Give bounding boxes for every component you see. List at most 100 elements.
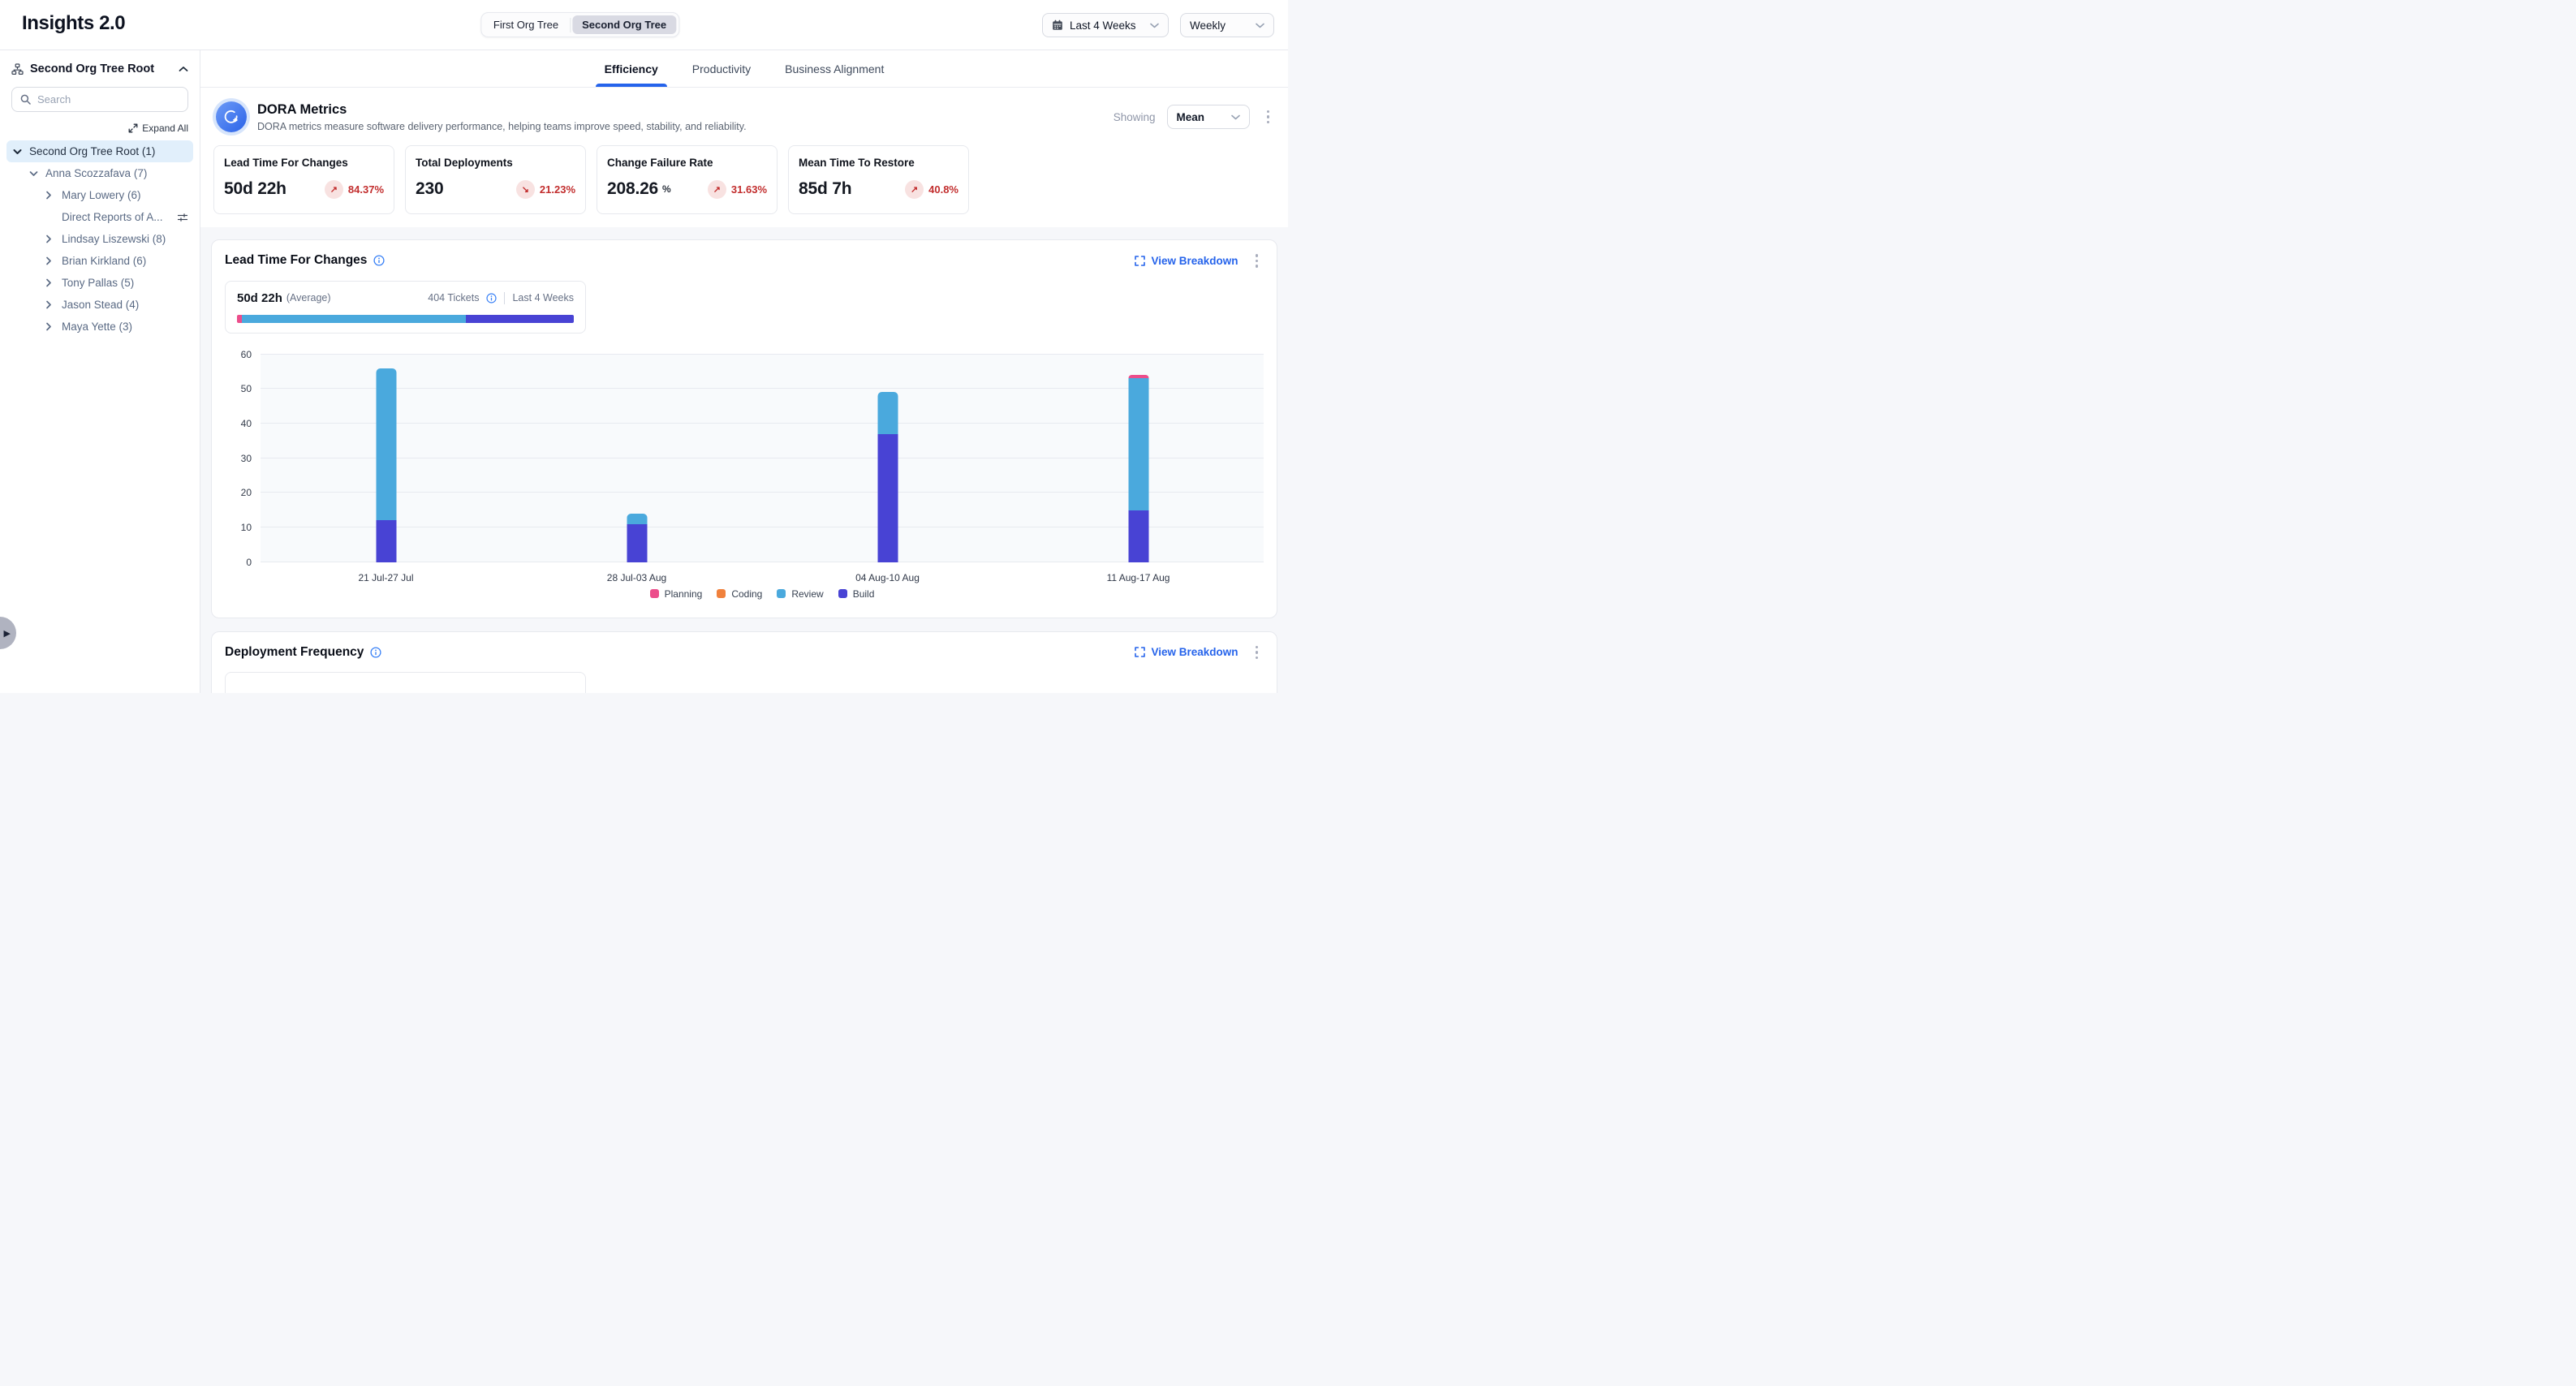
stacked-bar-1[interactable]	[376, 368, 396, 562]
dora-cycle-icon	[216, 101, 247, 132]
chevron-right-icon[interactable]	[45, 256, 56, 265]
chevron-right-icon[interactable]	[45, 191, 56, 200]
tree-item-mary-lowery[interactable]: Mary Lowery (6)	[6, 184, 193, 206]
stacked-bar-2[interactable]	[627, 514, 647, 562]
chevron-right-icon[interactable]	[45, 278, 56, 287]
trend-arrow-icon: ↗	[708, 180, 726, 199]
chevron-right-icon[interactable]	[45, 235, 56, 243]
tab-efficiency[interactable]: Efficiency	[603, 50, 660, 87]
tree-item-label: Tony Pallas (5)	[62, 277, 134, 289]
tree-item-direct-reports[interactable]: Direct Reports of A...	[6, 206, 193, 228]
dora-description: DORA metrics measure software delivery p…	[257, 121, 747, 132]
tree-item-label: Anna Scozzafava (7)	[45, 167, 147, 179]
chevron-down-icon[interactable]	[13, 148, 24, 155]
lead-time-panel: Lead Time For Changes View Breakdown	[211, 239, 1277, 618]
granularity-value: Weekly	[1190, 19, 1226, 32]
app-title: Insights 2.0	[22, 12, 125, 35]
sidebar-root-title: Second Org Tree Root	[30, 62, 172, 75]
expand-all-button[interactable]: Expand All	[0, 112, 200, 140]
tree-item-label: Brian Kirkland (6)	[62, 255, 146, 267]
aggregation-select[interactable]: Mean	[1167, 105, 1250, 129]
legend-label: Review	[791, 588, 823, 600]
info-icon[interactable]	[370, 647, 381, 658]
date-range-select[interactable]: Last 4 Weeks	[1042, 13, 1169, 37]
metric-value: 208.26	[607, 179, 658, 199]
metric-card-mean-time-to-restore[interactable]: Mean Time To Restore 85d 7h ↗ 40.8%	[788, 145, 969, 214]
toggle-first-org-tree[interactable]: First Org Tree	[484, 15, 568, 34]
chevron-down-icon	[1256, 23, 1264, 28]
phase-distribution-bar	[237, 315, 574, 323]
info-icon[interactable]	[373, 255, 385, 266]
date-range-value: Last 4 Weeks	[1070, 19, 1136, 32]
legend-swatch	[650, 589, 659, 598]
toggle-divider	[570, 18, 571, 32]
toggle-second-org-tree[interactable]: Second Org Tree	[572, 15, 676, 34]
stacked-bar-4[interactable]	[1128, 375, 1148, 562]
tree-item-label: Direct Reports of A...	[62, 211, 163, 223]
metric-title: Total Deployments	[416, 157, 575, 169]
summary-qualifier: (Average)	[286, 292, 331, 303]
phase-segment-build	[466, 315, 574, 323]
bar-segment-review	[627, 514, 647, 524]
view-breakdown-button[interactable]: View Breakdown	[1135, 255, 1238, 267]
search-input[interactable]	[37, 93, 179, 105]
bar-segment-build	[627, 524, 647, 562]
metric-value: 230	[416, 179, 443, 199]
chevron-down-icon[interactable]	[29, 170, 40, 177]
tree-item-second-org-tree-root[interactable]: Second Org Tree Root (1)	[6, 140, 193, 162]
metric-card-total-deployments[interactable]: Total Deployments 230 ↘ 21.23%	[405, 145, 586, 214]
chevron-right-icon[interactable]	[45, 322, 56, 331]
triangle-right-icon: ▶	[4, 628, 11, 639]
sidebar-collapse-handle[interactable]: ▶	[0, 617, 16, 649]
more-options-button[interactable]	[1261, 108, 1276, 127]
chevron-up-icon[interactable]	[179, 66, 188, 72]
trend-delta: 31.63%	[731, 183, 767, 196]
chevron-right-icon[interactable]	[45, 300, 56, 309]
info-icon[interactable]	[486, 293, 497, 303]
trend-badge: ↗ 84.37%	[325, 180, 384, 199]
trend-delta: 21.23%	[540, 183, 575, 196]
tickets-count: 404 Tickets	[428, 292, 479, 303]
tree-item-label: Lindsay Liszewski (8)	[62, 233, 166, 245]
legend-item-coding[interactable]: Coding	[717, 588, 762, 600]
legend-item-planning[interactable]: Planning	[650, 588, 703, 600]
view-breakdown-label: View Breakdown	[1151, 255, 1238, 267]
legend-label: Build	[853, 588, 875, 600]
tree-item-brian-kirkland[interactable]: Brian Kirkland (6)	[6, 250, 193, 272]
legend-item-review[interactable]: Review	[777, 588, 823, 600]
org-tree-sidebar: Second Org Tree Root Expand All Second O…	[0, 50, 200, 693]
y-tick-label: 50	[241, 383, 252, 394]
y-tick-label: 40	[241, 418, 252, 429]
legend-item-build[interactable]: Build	[838, 588, 875, 600]
deployment-frequency-title: Deployment Frequency	[225, 645, 364, 660]
sliders-icon[interactable]	[177, 213, 188, 222]
metric-title: Change Failure Rate	[607, 157, 767, 169]
granularity-select[interactable]: Weekly	[1180, 13, 1274, 37]
metric-card-lead-time[interactable]: Lead Time For Changes 50d 22h ↗ 84.37%	[213, 145, 394, 214]
metric-card-change-failure-rate[interactable]: Change Failure Rate 208.26 % ↗ 31.63%	[597, 145, 778, 214]
more-options-button[interactable]	[1250, 252, 1264, 270]
tab-productivity[interactable]: Productivity	[691, 50, 752, 87]
tree-item-anna-scozzafava[interactable]: Anna Scozzafava (7)	[6, 162, 193, 184]
sidebar-search[interactable]	[11, 87, 188, 112]
tree-item-tony-pallas[interactable]: Tony Pallas (5)	[6, 272, 193, 294]
main-tabs: Efficiency Productivity Business Alignme…	[200, 50, 1288, 88]
more-options-button[interactable]	[1250, 644, 1264, 662]
tree-item-maya-yette[interactable]: Maya Yette (3)	[6, 316, 193, 338]
org-tree-toggle: First Org Tree Second Org Tree	[480, 12, 679, 37]
trend-delta: 40.8%	[928, 183, 958, 196]
tab-business-alignment[interactable]: Business Alignment	[783, 50, 885, 87]
sidebar-header: Second Org Tree Root	[0, 50, 200, 84]
dora-metrics-section: DORA Metrics DORA metrics measure softwa…	[200, 88, 1288, 227]
x-axis-labels: 21 Jul-27 Jul28 Jul-03 Aug04 Aug-10 Aug1…	[261, 562, 1264, 588]
bar-segment-review	[877, 392, 898, 433]
y-tick-label: 30	[241, 453, 252, 464]
y-tick-label: 20	[241, 487, 252, 498]
view-breakdown-button[interactable]: View Breakdown	[1135, 646, 1238, 658]
stacked-bar-3[interactable]	[877, 392, 898, 562]
main-area: Efficiency Productivity Business Alignme…	[200, 50, 1288, 693]
tree-item-jason-stead[interactable]: Jason Stead (4)	[6, 294, 193, 316]
tree-item-lindsay-liszewski[interactable]: Lindsay Liszewski (8)	[6, 228, 193, 250]
y-axis: 0102030405060	[225, 355, 261, 562]
legend-swatch	[777, 589, 786, 598]
